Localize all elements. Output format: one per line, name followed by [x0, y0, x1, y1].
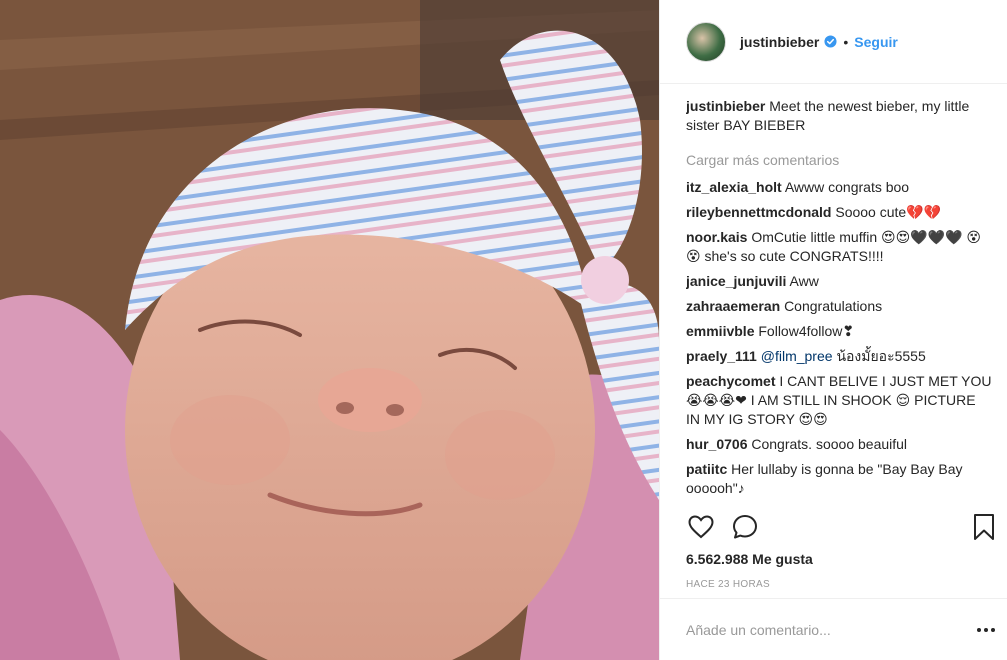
comments-list[interactable]: justinbieber Meet the newest bieber, my … [686, 97, 993, 501]
comment-username[interactable]: praely_111 [686, 348, 757, 364]
comment-item: rileybennettmcdonald Soooo cute💔💔 [686, 203, 993, 222]
comment-item: praely_111 @film_pree น้องมั้ยอะ5555 [686, 347, 993, 366]
comment-item: patiitc Her lullaby is gonna be "Bay Bay… [686, 460, 993, 498]
post-caption: justinbieber Meet the newest bieber, my … [686, 97, 993, 135]
comment-item: hur_0706 Congrats. soooo beauiful [686, 435, 993, 454]
comment-item: peachycomet I CANT BELIVE I JUST MET YOU… [686, 372, 993, 429]
comment-item: zahraaemeran Congratulations [686, 297, 993, 316]
instagram-post: justinbieber • Seguir justinbieber Meet … [0, 0, 1007, 660]
comment-mention-link[interactable]: @film_pree [761, 348, 833, 364]
comment-username[interactable]: emmiivble [686, 323, 754, 339]
bookmark-icon[interactable] [969, 512, 999, 542]
comment-text: Soooo cute💔💔 [835, 204, 942, 220]
comment-text: Aww [789, 273, 819, 289]
follow-button[interactable]: Seguir [854, 34, 898, 50]
comment-username[interactable]: patiitc [686, 461, 727, 477]
comment-text: Her lullaby is gonna be "Bay Bay Bay ooo… [686, 461, 963, 496]
post-actions-bar [686, 511, 999, 543]
comment-text: Awww congrats boo [784, 179, 910, 195]
comment-item: noor.kais OmCutie little muffin 😍😍🖤🖤🖤 😵😵… [686, 228, 993, 266]
comment-text: Follow4follow❣ [758, 323, 855, 339]
header-username[interactable]: justinbieber [740, 34, 819, 50]
comment-username[interactable]: noor.kais [686, 229, 747, 245]
likes-count[interactable]: 6.562.988 Me gusta [686, 551, 813, 567]
comment-username[interactable]: itz_alexia_holt [686, 179, 782, 195]
comment-username[interactable]: rileybennettmcdonald [686, 204, 831, 220]
comment-item: itz_alexia_holt Awww congrats boo [686, 178, 993, 197]
add-comment-bar [660, 598, 1007, 660]
comment-bubble-icon[interactable] [730, 512, 760, 542]
comment-username[interactable]: hur_0706 [686, 436, 747, 452]
comment-item: janice_junjuvili Aww [686, 272, 993, 291]
post-sidebar: justinbieber • Seguir justinbieber Meet … [659, 0, 1007, 660]
comment-text: Congrats. soooo beauiful [751, 436, 908, 452]
caption-username[interactable]: justinbieber [686, 98, 765, 114]
comment-text: Congratulations [784, 298, 883, 314]
comment-item: emmiivble Follow4follow❣ [686, 322, 993, 341]
more-options-icon[interactable] [973, 620, 999, 640]
post-photo[interactable] [0, 0, 659, 660]
verified-badge-icon [824, 35, 837, 48]
separator-dot: • [843, 33, 849, 50]
load-more-comments-button[interactable]: Cargar más comentarios [686, 151, 993, 170]
comment-username[interactable]: zahraaemeran [686, 298, 780, 314]
heart-icon[interactable] [686, 512, 716, 542]
post-header: justinbieber • Seguir [660, 0, 1007, 84]
baby-photo-illustration [0, 0, 659, 660]
comment-text: น้องมั้ยอะ5555 [836, 348, 926, 364]
comment-username[interactable]: peachycomet [686, 373, 775, 389]
comment-username[interactable]: janice_junjuvili [686, 273, 786, 289]
add-comment-input[interactable] [686, 621, 973, 638]
post-timestamp[interactable]: HACE 23 HORAS [686, 579, 770, 590]
avatar[interactable] [686, 21, 726, 62]
